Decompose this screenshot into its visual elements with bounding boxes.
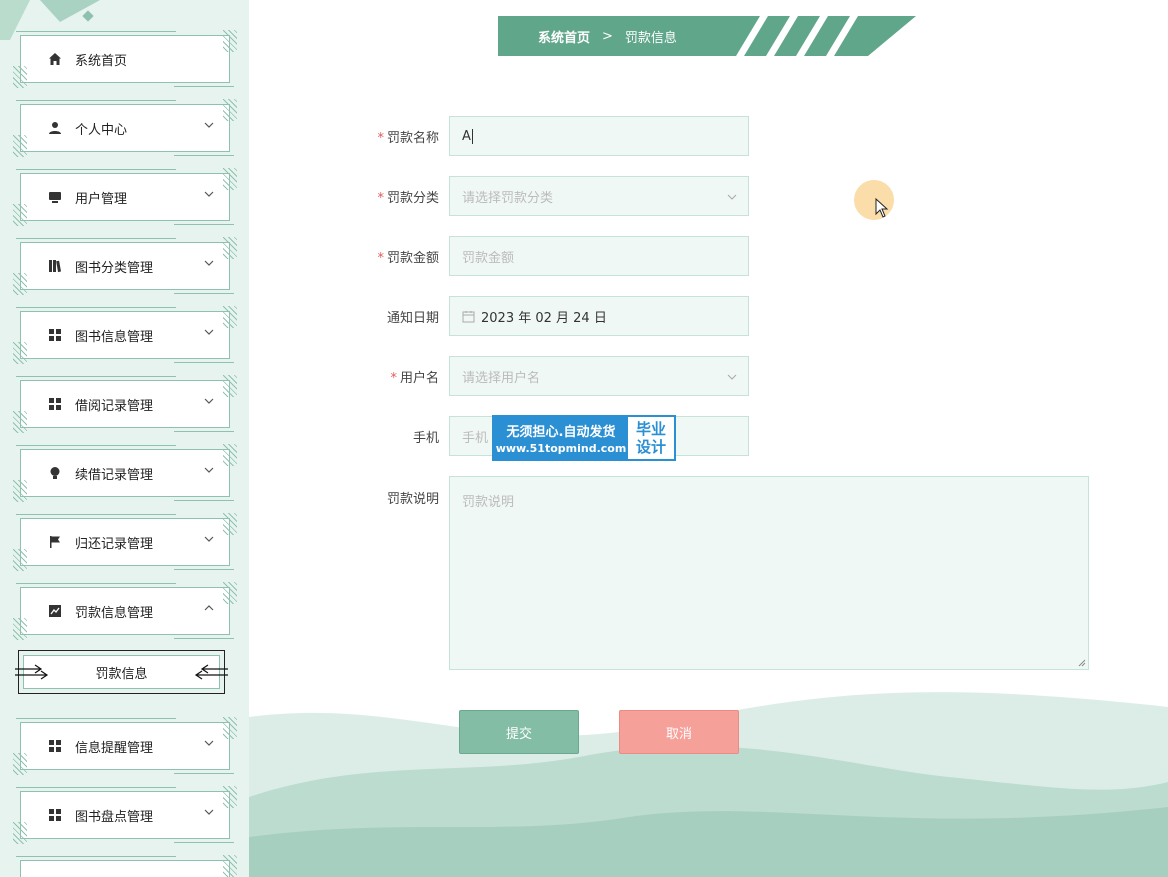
chevron-down-icon [204, 536, 214, 542]
chevron-down-icon [727, 374, 737, 380]
lightbulb-icon [47, 465, 63, 481]
grid-icon [47, 396, 63, 412]
sidebar-item-label: 罚款信息管理 [75, 605, 154, 621]
chevron-down-icon [204, 467, 214, 473]
field-label: * 罚款分类 [377, 190, 439, 206]
sidebar-item-user-management[interactable]: 用户管理 [13, 168, 237, 226]
sidebar-item-label: 借阅记录管理 [75, 398, 154, 414]
grid-icon [47, 807, 63, 823]
main-content: 系统首页 > 罚款信息 * 罚款名称 A * 罚款分类 请选择罚款分类 * 罚款金额 … [249, 0, 1168, 877]
sidebar-item-label: 图书信息管理 [75, 329, 154, 345]
arrow-left-icon [194, 664, 228, 680]
sidebar-item-label: 归还记录管理 [75, 536, 154, 552]
description-textarea[interactable]: 罚款说明 [449, 476, 1089, 670]
field-label: * 罚款名称 [377, 130, 439, 146]
field-label: * 罚款金额 [377, 250, 439, 266]
form-row-description: 罚款说明 罚款说明 [349, 476, 1089, 670]
person-icon [47, 120, 63, 136]
chevron-down-icon [204, 809, 214, 815]
sidebar-item-inventory-management[interactable]: 图书盘点管理 [13, 786, 237, 844]
form-row-username: * 用户名 请选择用户名 [349, 356, 749, 396]
sidebar-item-renew-records[interactable]: 续借记录管理 [13, 444, 237, 502]
chevron-down-icon [204, 329, 214, 335]
fine-name-input[interactable]: A [449, 116, 749, 156]
sidebar-item-reminder-management[interactable]: 信息提醒管理 [13, 717, 237, 775]
cancel-button[interactable]: 取消 [619, 710, 739, 754]
watermark-line2: www.51topmind.com [495, 442, 627, 455]
sidebar-subitem-label: 罚款信息 [95, 666, 148, 682]
breadcrumb: 系统首页 > 罚款信息 [498, 16, 918, 56]
chevron-down-icon [204, 191, 214, 197]
form-row-fine-amount: * 罚款金额 罚款金额 [349, 236, 749, 276]
sidebar-item-label: 系统首页 [75, 53, 128, 69]
chart-icon [47, 603, 63, 619]
breadcrumb-current: 罚款信息 [624, 30, 677, 46]
sidebar-decoration [0, 0, 100, 40]
watermark-badge: 无须担心.自动发货 www.51topmind.com 毕业 设计 [492, 415, 676, 461]
sidebar-item-label: 个人中心 [75, 122, 128, 138]
mouse-cursor-icon [875, 198, 889, 218]
chevron-down-icon [204, 122, 214, 128]
library-icon [47, 258, 63, 274]
field-label: 手机 [412, 430, 439, 446]
breadcrumb-separator: > [602, 28, 613, 44]
form-row-notify-date: 通知日期 2023 年 02 月 24 日 [349, 296, 749, 336]
submit-button[interactable]: 提交 [459, 710, 579, 754]
chevron-down-icon [204, 260, 214, 266]
sidebar-item-book-category[interactable]: 图书分类管理 [13, 237, 237, 295]
field-label: * 用户名 [390, 370, 439, 386]
watermark-right2: 设计 [635, 438, 666, 456]
calendar-icon [462, 310, 475, 322]
sidebar: 系统首页 个人中心 用户管理 图书分类管理 图书信息管理 借阅记录管理 续借记录… [0, 0, 249, 877]
sidebar-item-personal-center[interactable]: 个人中心 [13, 99, 237, 157]
grid-icon [47, 738, 63, 754]
sidebar-item-label: 续借记录管理 [75, 467, 154, 483]
sidebar-item-label: 图书分类管理 [75, 260, 154, 276]
username-select[interactable]: 请选择用户名 [449, 356, 749, 396]
fine-amount-input[interactable]: 罚款金额 [449, 236, 749, 276]
fine-category-select[interactable]: 请选择罚款分类 [449, 176, 749, 216]
chevron-up-icon [204, 605, 214, 611]
watermark-right1: 毕业 [635, 420, 666, 438]
field-label: 通知日期 [386, 310, 439, 326]
chevron-down-icon [204, 740, 214, 746]
sidebar-item-partial[interactable] [16, 855, 237, 877]
sidebar-item-return-records[interactable]: 归还记录管理 [13, 513, 237, 571]
field-label: 罚款说明 [386, 492, 439, 507]
user-manage-icon [47, 189, 63, 205]
sidebar-item-book-info[interactable]: 图书信息管理 [13, 306, 237, 364]
grid-icon [47, 327, 63, 343]
sidebar-item-home[interactable]: 系统首页 [13, 30, 237, 88]
chevron-down-icon [727, 194, 737, 200]
home-icon [47, 51, 63, 67]
sidebar-item-fine-management[interactable]: 罚款信息管理 [13, 582, 237, 640]
watermark-line1: 无须担心.自动发货 [506, 425, 616, 440]
breadcrumb-home[interactable]: 系统首页 [538, 27, 590, 46]
sidebar-subitem-fine-info[interactable]: 罚款信息 [15, 650, 228, 694]
flag-icon [47, 534, 63, 550]
notify-date-picker[interactable]: 2023 年 02 月 24 日 [449, 296, 749, 336]
arrow-right-icon [15, 664, 49, 680]
chevron-down-icon [204, 398, 214, 404]
form-row-fine-category: * 罚款分类 请选择罚款分类 [349, 176, 749, 216]
sidebar-item-label: 信息提醒管理 [75, 740, 154, 756]
sidebar-item-label: 图书盘点管理 [75, 809, 154, 825]
sidebar-item-borrow-records[interactable]: 借阅记录管理 [13, 375, 237, 433]
resize-handle-icon[interactable] [1078, 659, 1086, 667]
sidebar-item-label: 用户管理 [75, 191, 128, 207]
form-row-fine-name: * 罚款名称 A [349, 116, 749, 156]
